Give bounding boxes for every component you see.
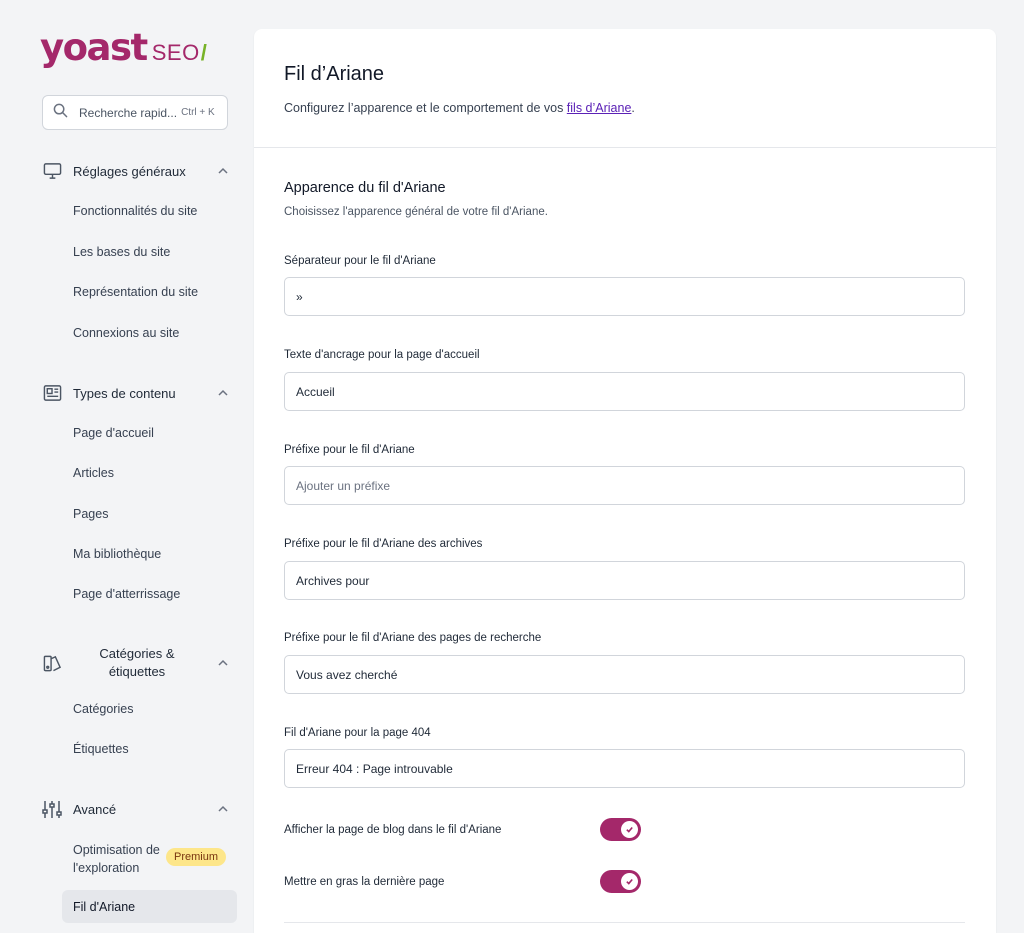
search-placeholder: Recherche rapid... [79,105,178,120]
page-title: Fil d’Ariane [284,63,385,85]
logo-wordmark: yoast [40,26,148,69]
prefix-label: Préfixe pour le fil d'Ariane [284,444,415,456]
sliders-icon [42,799,62,819]
quick-search-input[interactable]: Recherche rapid... Ctrl + K [42,95,228,130]
nav-group-content-types[interactable]: Types de contenu [42,383,232,403]
chevron-up-icon[interactable] [216,656,230,670]
blog-page-toggle-row: Afficher la page de blog dans le fil d'A… [284,818,644,842]
sidebar-item-pages[interactable]: Pages [73,507,108,521]
search-prefix-label: Préfixe pour le fil d'Ariane des pages d… [284,632,542,644]
nav-group-label: Types de contenu [73,385,176,401]
home-anchor-label: Texte d'ancrage pour la page d'accueil [284,349,480,361]
sidebar-item-site-representation[interactable]: Représentation du site [73,285,198,299]
chevron-up-icon[interactable] [216,802,230,816]
logo-seo-text: SEO [151,40,200,65]
bold-last-page-toggle-row: Mettre en gras la dernière page [284,870,644,894]
sidebar-item-posts[interactable]: Articles [73,466,114,480]
chevron-up-icon[interactable] [216,386,230,400]
sidebar-item-landing-page[interactable]: Page d'atterrissage [73,587,180,601]
sidebar-item-crawl-optimization[interactable]: Optimisation de l'exploration [73,841,163,877]
search-icon [53,103,68,123]
archive-prefix-input[interactable]: Archives pour [284,561,965,600]
blog-page-toggle[interactable] [600,818,641,841]
home-anchor-input[interactable]: Accueil [284,372,965,411]
chevron-up-icon[interactable] [216,164,230,178]
sidebar: yoast SEO / Recherche rapid... Ctrl + K … [0,0,248,933]
404-label: Fil d'Ariane pour la page 404 [284,727,431,739]
bold-last-page-toggle-label: Mettre en gras la dernière page [284,876,445,888]
separator-label: Séparateur pour le fil d'Ariane [284,255,436,267]
blog-page-toggle-label: Afficher la page de blog dans le fil d'A… [284,824,502,836]
bold-last-page-toggle[interactable] [600,870,641,893]
nav-group-label: Réglages généraux [73,163,186,179]
separator-input[interactable]: » [284,277,965,316]
section-description: Choisissez l'apparence général de votre … [284,206,548,218]
sidebar-item-tags[interactable]: Étiquettes [73,742,129,756]
page-description: Configurez l’apparence et le comportemen… [284,101,966,115]
nav-group-categories-tags[interactable]: Catégories & étiquettes [42,645,232,681]
check-icon [621,821,638,838]
prefix-input[interactable]: Ajouter un préfixe [284,466,965,505]
sidebar-item-site-features[interactable]: Fonctionnalités du site [73,204,197,218]
document-icon [42,383,62,403]
sidebar-item-site-basics[interactable]: Les bases du site [73,245,170,259]
sidebar-item-site-connections[interactable]: Connexions au site [73,326,179,340]
sidebar-item-categories[interactable]: Catégories [73,702,133,716]
description-suffix: . [631,101,635,115]
nav-group-general-settings[interactable]: Réglages généraux [42,161,232,181]
404-input[interactable]: Erreur 404 : Page introuvable [284,749,965,788]
nav-group-label: Catégories & étiquettes [99,646,175,679]
nav-group-label: Avancé [73,801,117,817]
yoast-logo[interactable]: yoast SEO / [40,26,207,70]
search-shortcut: Ctrl + K [181,107,215,118]
premium-badge: Premium [166,848,227,866]
logo-slash: / [200,40,207,65]
section-divider [284,922,965,923]
section-title: Apparence du fil d'Ariane [284,180,446,196]
archive-prefix-label: Préfixe pour le fil d'Ariane des archive… [284,538,483,550]
sidebar-item-library[interactable]: Ma bibliothèque [73,547,161,561]
settings-panel: Fil d’Ariane Configurez l’apparence et l… [254,29,996,933]
panel-header: Fil d’Ariane Configurez l’apparence et l… [254,29,996,148]
tags-icon [42,653,62,673]
check-icon [621,873,638,890]
nav-group-advanced[interactable]: Avancé [42,799,232,819]
desktop-icon [42,161,62,181]
search-prefix-input[interactable]: Vous avez cherché [284,655,965,694]
sidebar-item-homepage[interactable]: Page d'accueil [73,426,154,440]
sidebar-item-breadcrumbs[interactable]: Fil d'Ariane [62,890,237,923]
description-text: Configurez l’apparence et le comportemen… [284,101,567,115]
breadcrumbs-docs-link[interactable]: fils d’Ariane [567,101,632,115]
